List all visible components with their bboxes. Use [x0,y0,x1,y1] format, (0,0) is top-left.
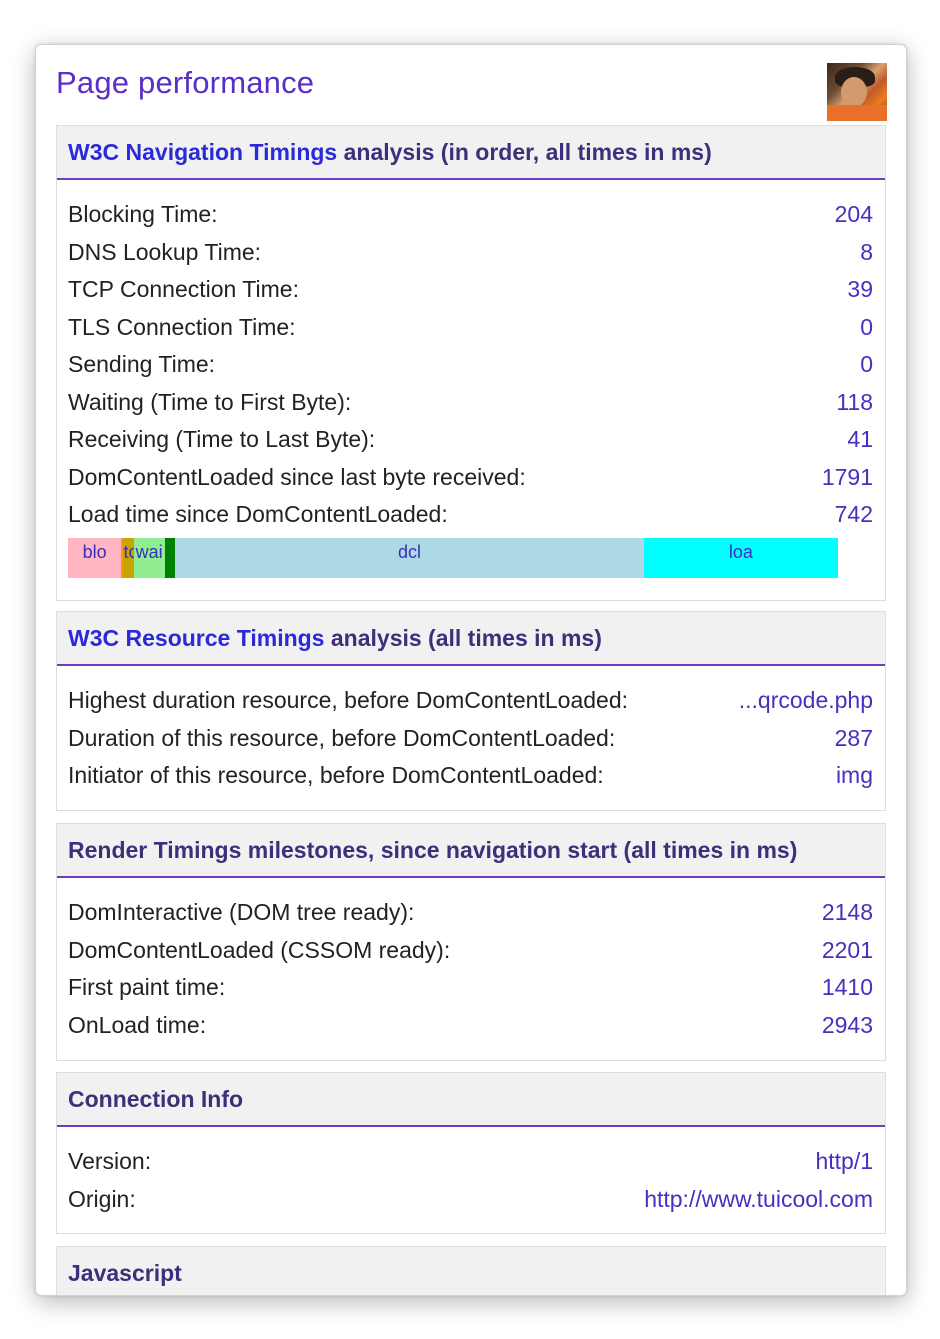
render-label: DomInteractive (DOM tree ready): [68,899,415,926]
render-timings-rows: DomInteractive (DOM tree ready): 2148 Dom… [57,878,885,1044]
timing-label: Receiving (Time to Last Byte): [68,426,376,453]
connection-info-heading: Connection Info [57,1073,885,1127]
timing-value: 1791 [821,463,873,490]
timing-segment-dcl: dcl [175,537,644,578]
resource-timings-section: W3C Resource Timings analysis (all times… [56,611,886,811]
timing-value: 118 [836,388,873,415]
timing-value: 0 [860,351,873,378]
resource-row-duration: Duration of this resource, before DomCon… [68,720,873,758]
page-title: Page performance [56,65,315,100]
render-row-dominteractive: DomInteractive (DOM tree ready): 2148 [68,894,873,932]
resource-timings-link[interactable]: W3C Resource Timings [68,625,324,651]
connection-value[interactable]: http://www.tuicool.com [644,1186,873,1213]
resource-row-initiator: Initiator of this resource, before DomCo… [68,757,873,795]
timing-segment-tcp: tcp [123,537,147,578]
resource-value: 287 [834,724,873,751]
connection-value: http/1 [815,1148,873,1175]
timing-label: Waiting (Time to First Byte): [68,388,352,415]
timing-value: 204 [834,201,873,228]
render-value: 2148 [821,899,873,926]
timing-row-tcp: TCP Connection Time: 39 [68,271,873,309]
resource-label: Highest duration resource, before DomCon… [68,687,629,714]
timing-value: 742 [834,501,873,528]
javascript-section: Javascript [56,1246,886,1295]
render-timings-heading: Render Timings milestones, since navigat… [57,824,885,878]
resource-label: Initiator of this resource, before DomCo… [68,762,604,789]
javascript-heading: Javascript [57,1247,885,1295]
resource-label: Duration of this resource, before DomCon… [68,724,616,751]
navigation-timings-section: W3C Navigation Timings analysis (in orde… [56,125,886,601]
resource-timings-heading-text: analysis (all times in ms) [324,625,602,651]
timing-row-dcl: DomContentLoaded since last byte receive… [68,459,873,497]
timing-label: Load time since DomContentLoaded: [68,501,448,528]
timing-value: 0 [860,313,873,340]
timing-waterfall-bar: blotcpwaidclloa [68,537,838,578]
timing-row-receiving: Receiving (Time to Last Byte): 41 [68,421,873,459]
timing-row-load: Load time since DomContentLoaded: 742 [68,496,873,534]
timing-label: TCP Connection Time: [68,276,299,303]
connection-info-rows: Version: http/1 Origin: http://www.tuicool… [57,1127,885,1218]
timing-value: 41 [847,426,873,453]
render-value: 2943 [821,1011,873,1038]
timing-segment-waiting: wai [133,537,165,578]
connection-label: Origin: [68,1185,136,1212]
avatar-face [841,77,867,107]
avatar-shirt [827,105,887,121]
render-row-onload: OnLoad time: 2943 [68,1007,873,1045]
navigation-timings-heading: W3C Navigation Timings analysis (in orde… [57,126,885,180]
timing-segment-receiving [164,537,176,578]
timing-label: DNS Lookup Time: [68,238,262,265]
render-label: First paint time: [68,974,226,1001]
timing-label: DomContentLoaded since last byte receive… [68,463,526,490]
timing-row-tls: TLS Connection Time: 0 [68,309,873,347]
render-row-firstpaint: First paint time: 1410 [68,969,873,1007]
timing-value: 8 [860,238,873,265]
connection-label: Version: [68,1148,152,1175]
resource-timings-heading: W3C Resource Timings analysis (all times… [57,612,885,666]
timing-segment-load: loa [643,537,838,578]
timing-label: Sending Time: [68,351,216,378]
connection-info-section: Connection Info Version: http/1 Origin: ht… [56,1072,886,1234]
render-label: OnLoad time: [68,1011,207,1038]
connection-row-origin: Origin: http://www.tuicool.com [68,1181,873,1219]
timing-value: 39 [847,276,873,303]
timing-row-sending: Sending Time: 0 [68,346,873,384]
navigation-timings-link[interactable]: W3C Navigation Timings [68,139,337,165]
resource-row-highest: Highest duration resource, before DomCon… [68,682,873,720]
render-label: DomContentLoaded (CSSOM ready): [68,936,451,963]
navigation-timings-heading-text: analysis (in order, all times in ms) [337,139,712,165]
render-value: 1410 [821,974,873,1001]
avatar[interactable] [827,63,887,121]
render-row-domcontentloaded: DomContentLoaded (CSSOM ready): 2201 [68,932,873,970]
navigation-timings-rows: Blocking Time: 204 DNS Lookup Time: 8 TCP … [57,180,885,534]
resource-value: img [835,762,873,789]
performance-popup: Page performance W3C Navigation Timings … [35,44,907,1296]
timing-row-dns: DNS Lookup Time: 8 [68,234,873,272]
render-value: 2201 [821,936,873,963]
timing-label: TLS Connection Time: [68,313,296,340]
timing-segment-blocking: blo [68,537,122,578]
connection-row-version: Version: http/1 [68,1143,873,1181]
timing-label: Blocking Time: [68,201,218,228]
render-timings-section: Render Timings milestones, since navigat… [56,823,886,1061]
timing-row-waiting: Waiting (Time to First Byte): 118 [68,384,873,422]
timing-row-blocking: Blocking Time: 204 [68,196,873,234]
resource-timings-rows: Highest duration resource, before DomCon… [57,666,885,795]
resource-value[interactable]: ...qrcode.php [739,687,873,714]
